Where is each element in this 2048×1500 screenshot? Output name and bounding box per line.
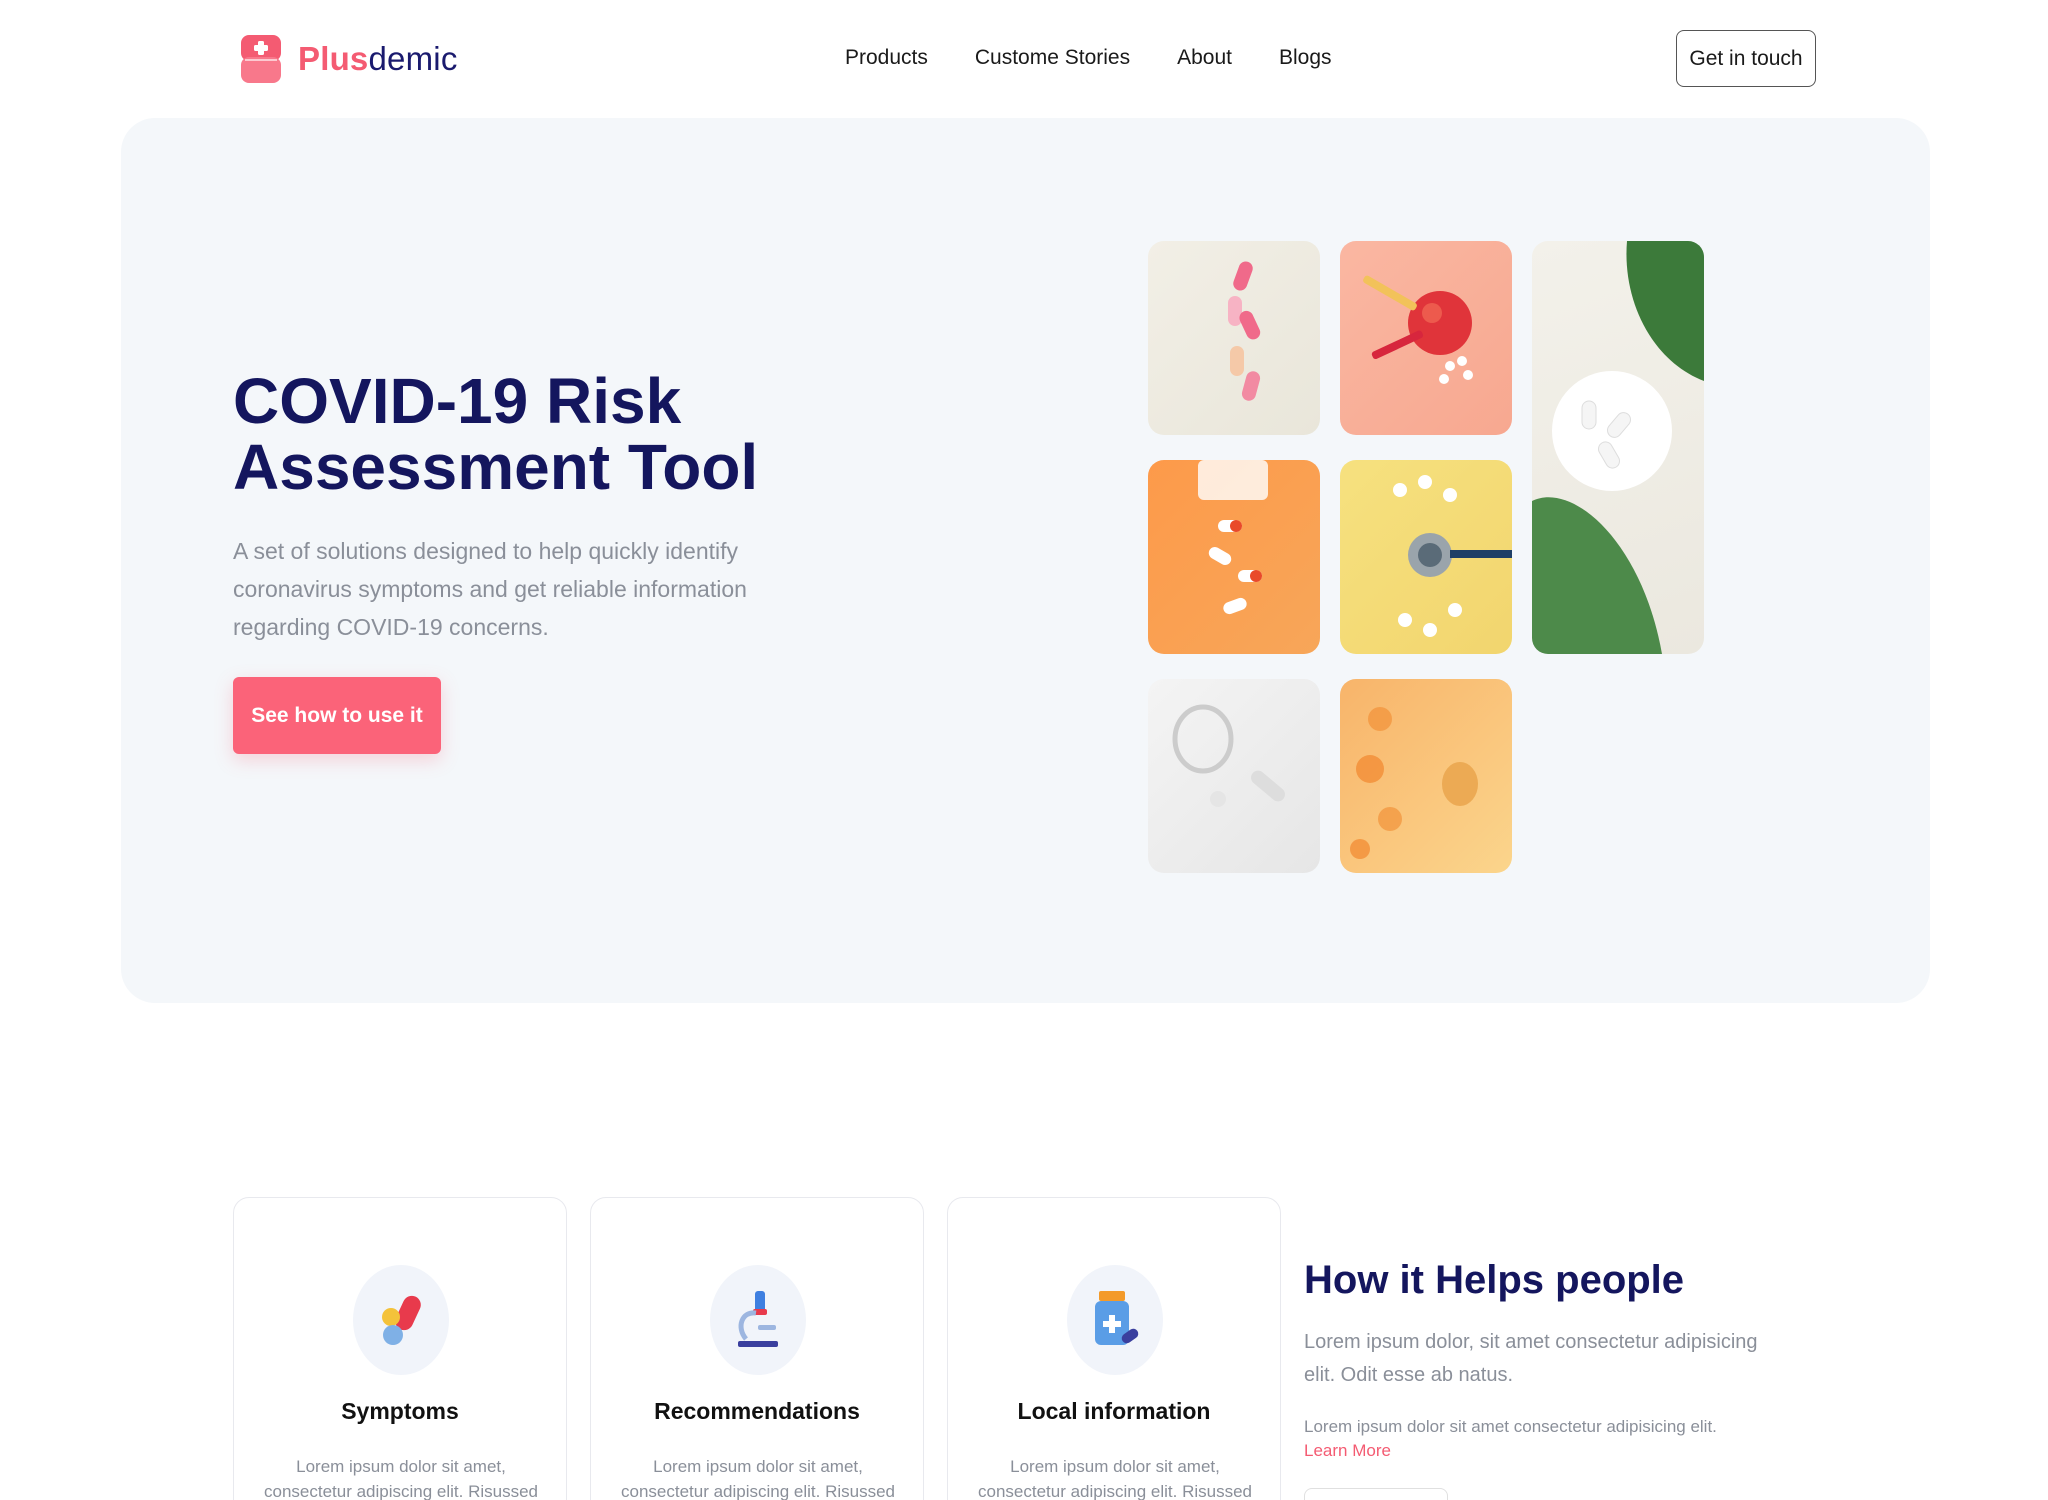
nav-link-products[interactable]: Products bbox=[845, 46, 928, 70]
hero-title: COVID-19 Risk Assessment Tool bbox=[233, 368, 933, 500]
hero-description: A set of solutions designed to help quic… bbox=[233, 538, 747, 640]
glass-pills-photo bbox=[1148, 679, 1320, 873]
feature-card-local-information[interactable]: Local information Lorem ipsum dolor sit … bbox=[947, 1197, 1281, 1500]
nav-link-blogs[interactable]: Blogs bbox=[1279, 46, 1332, 70]
brand-name-plus: Plus bbox=[298, 40, 369, 77]
brand-name: Plusdemic bbox=[298, 40, 458, 78]
help-section-title: How it Helps people bbox=[1304, 1258, 1685, 1302]
top-nav: Plusdemic Products Custome Stories About… bbox=[0, 0, 2048, 118]
feature-title: Recommendations bbox=[654, 1398, 860, 1424]
help-paragraph-2: Lorem ipsum dolor sit amet consectetur a… bbox=[1304, 1417, 1717, 1436]
hero-title-line2: Assessment Tool bbox=[233, 431, 759, 503]
medicine-bottle-icon bbox=[1067, 1265, 1163, 1375]
pills-photo bbox=[1148, 241, 1320, 435]
stethoscope-photo bbox=[1340, 460, 1512, 654]
help-paragraph-1: Lorem ipsum dolor, sit amet consectetur … bbox=[1304, 1331, 1758, 1386]
help-action-button[interactable] bbox=[1304, 1488, 1448, 1500]
oil-capsules-photo bbox=[1340, 679, 1512, 873]
see-how-button[interactable]: See how to use it bbox=[233, 677, 441, 754]
get-in-touch-button[interactable]: Get in touch bbox=[1676, 30, 1816, 87]
apple-syringes-photo bbox=[1340, 241, 1512, 435]
feature-card-symptoms[interactable]: Symptoms Lorem ipsum dolor sit amet, con… bbox=[233, 1197, 567, 1500]
leaves-capsules-photo bbox=[1532, 241, 1704, 654]
nav-link-customer-stories[interactable]: Custome Stories bbox=[975, 46, 1130, 70]
learn-more-link[interactable]: Learn More bbox=[1304, 1441, 1391, 1461]
feature-title: Local information bbox=[1017, 1398, 1211, 1424]
spilled-capsules-photo bbox=[1148, 460, 1320, 654]
feature-text: Lorem ipsum dolor sit amet, consectetur … bbox=[263, 1457, 539, 1500]
nav-link-about[interactable]: About bbox=[1177, 46, 1232, 70]
brand-logo[interactable]: Plusdemic bbox=[241, 35, 458, 83]
hero-title-line1: COVID-19 Risk bbox=[233, 365, 682, 437]
feature-text: Lorem ipsum dolor sit amet, consectetur … bbox=[620, 1457, 896, 1500]
microscope-icon bbox=[710, 1265, 806, 1375]
feature-card-recommendations[interactable]: Recommendations Lorem ipsum dolor sit am… bbox=[590, 1197, 924, 1500]
brand-name-demic: demic bbox=[368, 40, 458, 77]
nav-links: Products Custome Stories About Blogs bbox=[845, 46, 1379, 70]
medical-kit-icon bbox=[241, 35, 281, 83]
pills-icon bbox=[353, 1265, 449, 1375]
feature-title: Symptoms bbox=[341, 1398, 459, 1424]
feature-text: Lorem ipsum dolor sit amet, consectetur … bbox=[977, 1457, 1253, 1500]
